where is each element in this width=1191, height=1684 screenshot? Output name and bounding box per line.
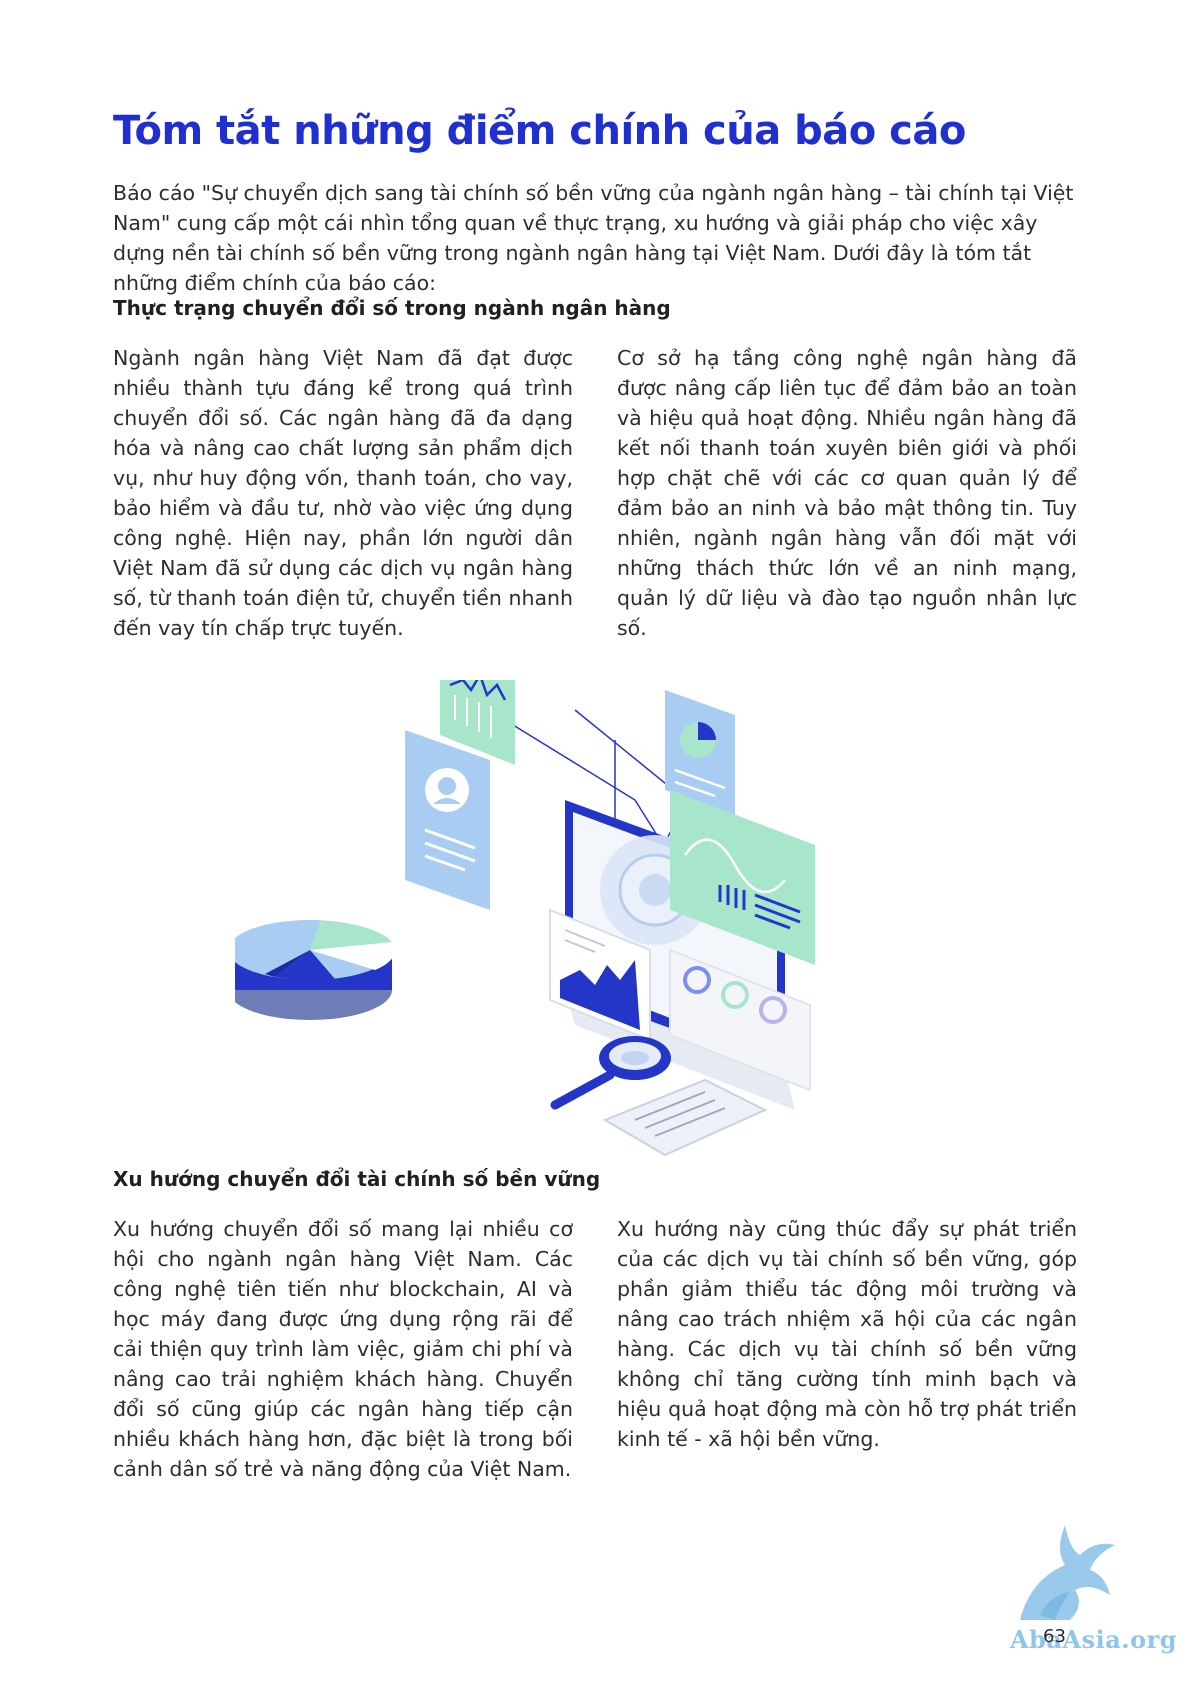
clipboard bbox=[602, 1078, 768, 1157]
page-title: Tóm tắt những điểm chính của báo cáo bbox=[113, 108, 966, 154]
watermark-bird-logo bbox=[1020, 1525, 1115, 1620]
pie-chart-3d bbox=[235, 920, 396, 1020]
section2-column-left: Xu hướng chuyển đổi số mang lại nhiều cơ… bbox=[113, 1217, 573, 1481]
page-number: 63 bbox=[1043, 1626, 1066, 1647]
profile-card bbox=[405, 730, 490, 910]
intro-paragraph: Báo cáo "Sự chuyển dịch sang tài chính s… bbox=[113, 181, 1074, 295]
section-heading-trends: Xu hướng chuyển đổi tài chính số bền vữn… bbox=[113, 1167, 601, 1191]
section2-column-right: Xu hướng này cũng thúc đẩy sự phát triển… bbox=[617, 1217, 1077, 1451]
watermark-text: AbaAsia.org bbox=[1010, 1625, 1178, 1654]
section1-column-left: Ngành ngân hàng Việt Nam đã đạt được nhi… bbox=[113, 346, 573, 640]
section1-column-right: Cơ sở hạ tầng công nghệ ngân hàng đã đượ… bbox=[617, 346, 1077, 640]
magnifying-glass-icon bbox=[550, 1036, 671, 1110]
section-heading-current-state: Thực trạng chuyển đổi số trong ngành ngâ… bbox=[113, 296, 671, 320]
